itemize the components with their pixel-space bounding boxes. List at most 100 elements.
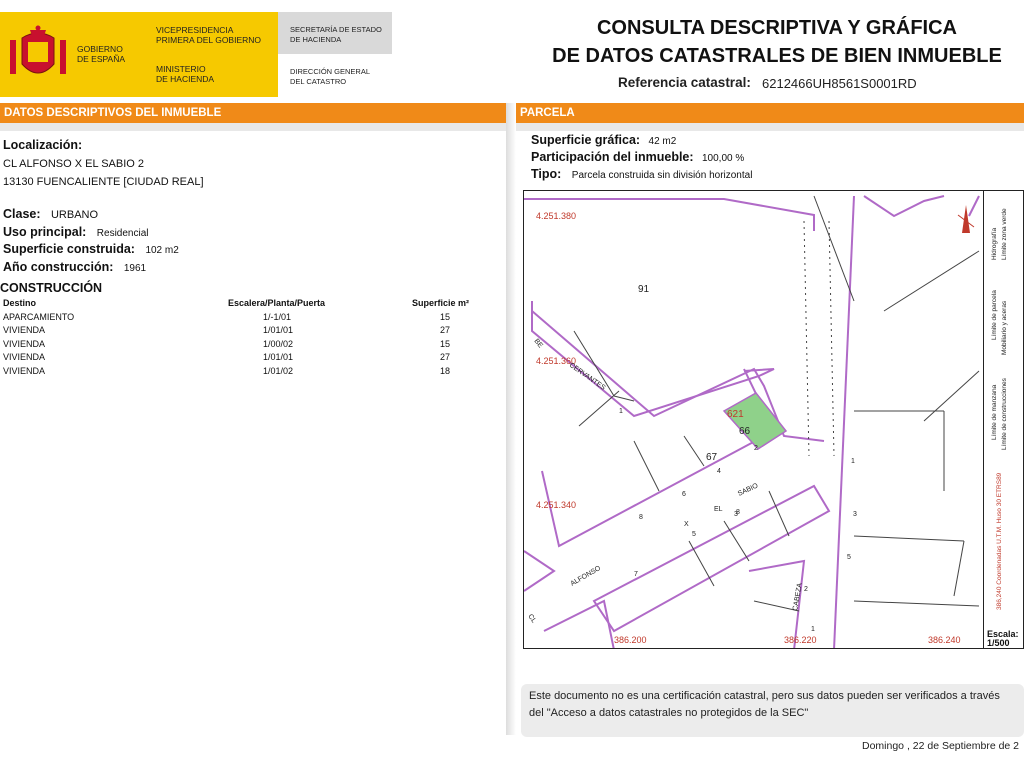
y-coordinate-label: 4.251.380 <box>536 211 576 221</box>
row-destino: VIVIENDA <box>3 352 46 362</box>
block-number-label: 66 <box>739 426 751 437</box>
house-number-label: 7 <box>634 571 638 578</box>
secretaria-label: SECRETARÍA DE ESTADO DE HACIENDA <box>290 25 382 44</box>
table-row: VIVIENDA 1/01/01 27 <box>0 325 500 339</box>
building-line <box>573 330 615 397</box>
building-line <box>633 440 660 492</box>
th-destino: Destino <box>3 298 37 308</box>
uso-value: Residencial <box>96 228 149 239</box>
section-divider <box>516 123 1024 131</box>
superficie-label: Superficie construida: <box>3 242 135 256</box>
table-header: Destino Escalera/Planta/Puerta Superfici… <box>0 298 500 312</box>
street-label: CABEZA <box>792 582 804 611</box>
scale-value: 1/500 <box>987 638 1010 648</box>
row-escalera: 1/01/02 <box>263 365 294 376</box>
uso-row: Uso principal: Residencial <box>3 223 149 241</box>
anio-value: 1961 <box>123 263 147 274</box>
street-label: ALFONSO <box>570 565 603 588</box>
row-escalera: 1/01/01 <box>263 352 294 362</box>
sup-grafica-label: Superficie gráfica: <box>531 133 641 147</box>
table-row: VIVIENDA 1/01/01 27 <box>0 352 500 366</box>
map-legend: Hidrografía Límite zona verde Límite de … <box>983 190 1024 630</box>
tipo-label: Tipo: <box>531 167 562 181</box>
row-destino: VIVIENDA <box>3 338 46 349</box>
house-number-label: 8 <box>639 514 643 521</box>
participacion-row: Participación del inmueble: 100,00 % <box>531 148 744 166</box>
street-label: CERVANTES <box>568 362 607 392</box>
house-number-label: 1 <box>619 408 623 415</box>
scale-box: Escala: 1/500 <box>983 630 1024 649</box>
block-outline <box>968 195 980 217</box>
vicepresidencia-label: VICEPRESIDENCIA PRIMERA DEL GOBIERNO <box>156 25 262 45</box>
street-labels: CERVANTES ALFONSO X EL SABIO CABEZA CL B… <box>526 338 804 625</box>
referencia-value: 6212466UH8561S0001RD <box>762 76 917 91</box>
house-number-label: 2 <box>754 445 758 452</box>
ministerio-label: MINISTERIO DE HACIENDA <box>156 64 215 84</box>
section-divider <box>0 123 506 131</box>
table-row: VIVIENDA 1/00/02 15 <box>0 339 500 353</box>
address-line-2: 13130 FUENCALIENTE [CIUDAD REAL] <box>3 176 204 188</box>
legend-item: Límite de parcela <box>991 290 998 340</box>
house-number-label: 4 <box>717 468 721 475</box>
clase-row: Clase: URBANO <box>3 205 98 223</box>
street-label: X <box>684 521 689 528</box>
y-coordinate-label: 4.251.340 <box>536 500 576 510</box>
verification-note: Este documento no es una certificación c… <box>521 684 1024 737</box>
house-number-label: 2 <box>804 586 808 593</box>
x-coordinate-label: 386.220 <box>784 635 817 645</box>
block-number-label: 621 <box>727 409 744 420</box>
building-line <box>683 435 705 467</box>
direccion-label: DIRECCIÓN GENERAL DEL CATASTRO <box>290 67 371 86</box>
construccion-table: Destino Escalera/Planta/Puerta Superfici… <box>0 298 500 379</box>
house-number-label: 3 <box>853 511 857 518</box>
th-escalera: Escalera/Planta/Puerta <box>228 298 326 308</box>
building-line <box>853 600 980 607</box>
sup-grafica-value: 42 m2 <box>648 136 677 147</box>
building-lines <box>573 195 980 612</box>
cadastral-map[interactable]: 4.251.380 4.251.360 4.251.340 386.200 38… <box>523 190 1024 649</box>
localizacion-label: Localización: <box>3 138 83 152</box>
legend-item: Mobiliario y aceras <box>1001 300 1008 355</box>
gobierno-label: GOBIERNO DE ESPAÑA <box>77 44 126 64</box>
building-line <box>688 540 715 587</box>
row-destino: VIVIENDA <box>3 365 46 376</box>
tipo-row: Tipo: Parcela construida sin división ho… <box>531 165 752 183</box>
block-outline <box>543 599 615 648</box>
coat-of-arms-icon <box>10 25 66 74</box>
panel-shadow <box>506 103 516 735</box>
row-destino: APARCAMIENTO <box>3 311 75 322</box>
table-row: APARCAMIENTO 1/-1/01 15 <box>0 312 500 326</box>
house-number-labels: 1 2 4 6 8 3 5 7 8 1 3 5 2 1 <box>619 408 857 633</box>
building-line <box>953 540 965 597</box>
block-number-label: 91 <box>638 284 650 295</box>
legend-item: 386,240 Coordenadas U.T.M. Huso 30 ETRS8… <box>996 472 1003 610</box>
row-destino: VIVIENDA <box>3 325 46 335</box>
stairs-line <box>803 220 810 457</box>
building-line <box>883 250 980 312</box>
legend-item: Límite zona verde <box>1001 208 1008 260</box>
participacion-value: 100,00 % <box>702 153 745 164</box>
highlighted-parcel[interactable] <box>722 392 788 450</box>
house-number-label: 6 <box>682 491 686 498</box>
row-escalera: 1/01/01 <box>263 325 294 335</box>
clase-label: Clase: <box>3 207 41 221</box>
anio-row: Año construcción: 1961 <box>3 258 146 276</box>
stairs-line <box>828 220 835 457</box>
legend-item: Límite de construcciones <box>1001 377 1008 450</box>
street-label: CL <box>526 613 537 624</box>
block-outline <box>531 310 825 442</box>
parcela-panel: PARCELA <box>516 103 1024 131</box>
parcela-title: PARCELA <box>516 103 1024 123</box>
house-number-label: 8 <box>736 509 740 516</box>
anio-label: Año construcción: <box>3 260 114 274</box>
block-outline <box>863 195 945 218</box>
datos-descriptivos-title: DATOS DESCRIPTIVOS DEL INMUEBLE <box>0 103 506 123</box>
building-line <box>578 390 620 427</box>
document-title: CONSULTA DESCRIPTIVA Y GRÁFICA DE DATOS … <box>552 17 1002 67</box>
legend-svg: Hidrografía Límite zona verde Límite de … <box>991 208 1008 610</box>
legend-item: Hidrografía <box>991 227 998 260</box>
footer-date: Domingo , 22 de Septiembre de 2 <box>862 740 1020 752</box>
row-superficie: 18 <box>440 365 451 376</box>
row-escalera: 1/00/02 <box>263 338 294 349</box>
house-number-label: 5 <box>847 554 851 561</box>
